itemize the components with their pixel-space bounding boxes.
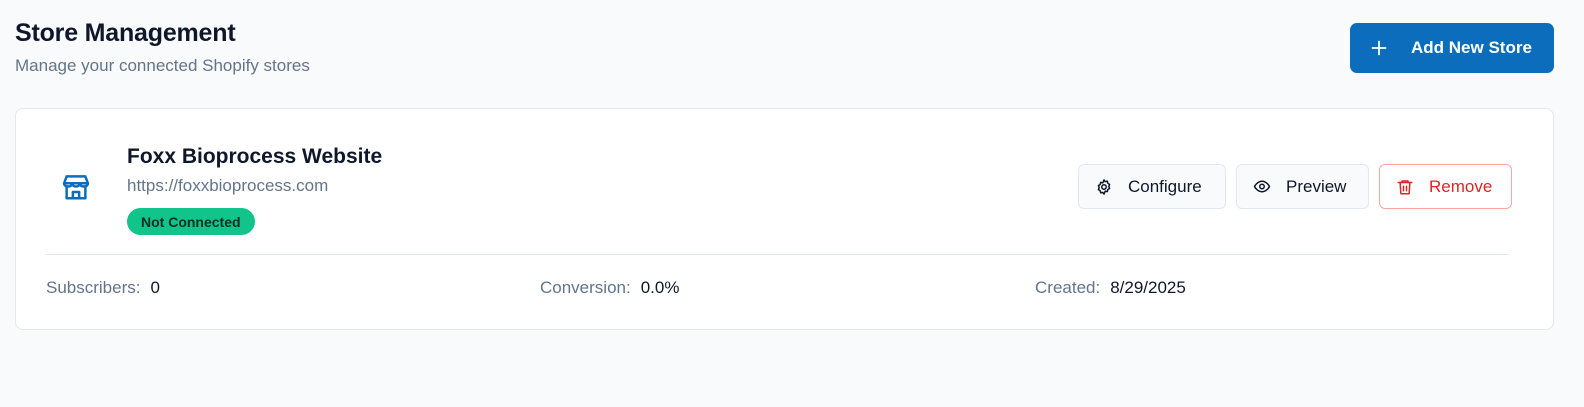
add-new-store-label: Add New Store <box>1411 38 1532 57</box>
store-url: https://foxxbioprocess.com <box>127 176 329 195</box>
stat-subscribers-label: Subscribers: <box>46 278 141 297</box>
preview-label: Preview <box>1286 176 1347 196</box>
gear-icon <box>1095 178 1113 196</box>
stat-conversion: Conversion: 0.0% <box>540 278 679 298</box>
store-actions: Configure Preview Remove <box>1078 164 1512 209</box>
stat-subscribers: Subscribers: 0 <box>46 278 160 298</box>
preview-button[interactable]: Preview <box>1236 164 1369 209</box>
status-badge: Not Connected <box>127 208 255 235</box>
remove-label: Remove <box>1429 176 1493 196</box>
stat-created-label: Created: <box>1035 278 1101 297</box>
remove-button[interactable]: Remove <box>1379 164 1512 209</box>
configure-button[interactable]: Configure <box>1078 164 1226 209</box>
configure-label: Configure <box>1128 176 1202 196</box>
card-divider <box>46 254 1509 255</box>
store-card: Foxx Bioprocess Website https://foxxbiop… <box>15 108 1554 330</box>
store-name: Foxx Bioprocess Website <box>127 145 383 168</box>
store-icon <box>61 172 91 202</box>
store-management-page: Store Management Manage your connected S… <box>0 0 1584 407</box>
stat-conversion-value: 0.0% <box>640 278 680 297</box>
stat-subscribers-value: 0 <box>150 278 160 297</box>
trash-icon <box>1396 178 1414 196</box>
add-new-store-button[interactable]: Add New Store <box>1350 23 1554 73</box>
eye-icon <box>1253 178 1271 196</box>
page-title: Store Management <box>15 19 236 47</box>
stat-created-value: 8/29/2025 <box>1110 278 1186 297</box>
stat-conversion-label: Conversion: <box>540 278 631 297</box>
plus-icon <box>1371 40 1387 56</box>
stat-created: Created: 8/29/2025 <box>1035 278 1186 298</box>
page-subtitle: Manage your connected Shopify stores <box>15 56 310 75</box>
